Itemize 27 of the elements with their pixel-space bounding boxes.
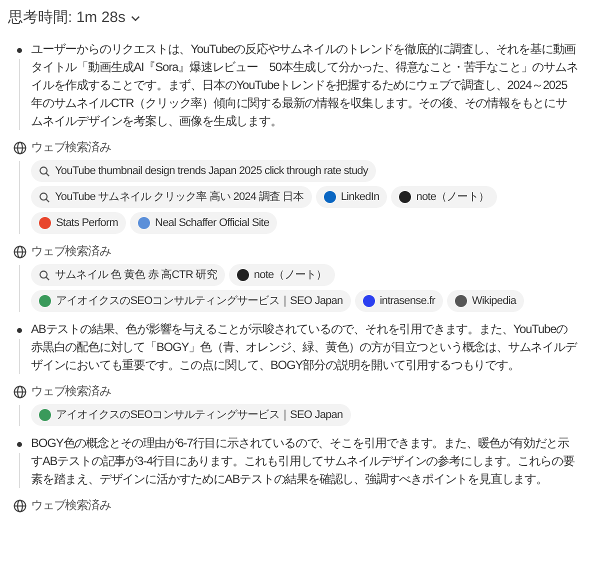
- search-query-chip[interactable]: YouTube サムネイル クリック率 高い 2024 調査 日本: [31, 186, 312, 208]
- thinking-time-toggle[interactable]: 思考時間: 1m 28s: [8, 6, 141, 30]
- source-chip[interactable]: Neal Schaffer Official Site: [130, 212, 278, 234]
- web-search-label: ウェブ検索済み: [31, 383, 112, 400]
- source-chip[interactable]: Wikipedia: [447, 290, 524, 312]
- globe-icon: [12, 141, 26, 155]
- search-query-chip[interactable]: サムネイル 色 黄色 赤 高CTR 研究: [31, 264, 225, 286]
- source-chip[interactable]: Stats Perform: [31, 212, 126, 234]
- globe-icon: [12, 499, 26, 513]
- search-icon: [39, 166, 50, 176]
- source-chip[interactable]: intrasense.fr: [354, 290, 444, 312]
- source-chip[interactable]: note（ノート）: [228, 264, 335, 286]
- web-search-label: ウェブ検索済み: [31, 139, 112, 156]
- source-chip[interactable]: note（ノート）: [391, 186, 498, 208]
- globe-icon: [12, 245, 26, 259]
- reasoning-paragraph: ユーザーからのリクエストは、YouTubeの反応やサムネイルのトレンドを徹底的に調査し、それを基に動画タイトル「動画生成AI『Sora』爆速レビュー 50本生成して分かった、得意なこと・苦手なこと」のサムネイルを作成することです。まず、日本のYouTubeトレンドを把握するためにウェブで調査し、2024～2025年のサムネイルCTR（クリック率）傾向に関する最新の情報を収集します。その後、その情報をもとにサムネイルデザインを考案し、画像を生成します。: [31, 41, 579, 130]
- search-icon: [39, 270, 50, 280]
- search-query-chip[interactable]: YouTube thumbnail design trends Japan 2025 click through rate study: [31, 160, 376, 182]
- web-search-label: ウェブ検索済み: [31, 497, 111, 514]
- source-chip[interactable]: アイオイクスのSEOコンサルティングサービス｜SEO Japan: [31, 404, 351, 426]
- reasoning-paragraph: BOGY色の概念とその理由が6-7行目に示されているので、そこを引用できます。また、暖色が有効だと示すABテストの記事が3-4行目にあります。これも引用してサムネイルデザインの参考にします。これらの要素を踏まえ、デザインに活かすためにABテストの結果を確認し、強調すべきポイントを見直します。: [31, 435, 576, 488]
- source-chip[interactable]: LinkedIn: [316, 186, 388, 208]
- source-chip[interactable]: アイオイクスのSEOコンサルティングサービス｜SEO Japan: [31, 290, 351, 312]
- globe-icon: [12, 385, 26, 399]
- reasoning-paragraph: ABテストの結果、色が影響を与えることが示唆されているので、それを引用できます。また、YouTubeの赤黒白の配色に対して「BOGY」色（青、オレンジ、緑、黄色）の方が目立つという概念は、サムネイルデザインにおいても重要です。この点に関して、BOGY部分の説明を開いて引用するつもりです。: [31, 321, 578, 374]
- web-search-label: ウェブ検索済み: [31, 243, 112, 260]
- search-icon: [39, 192, 50, 202]
